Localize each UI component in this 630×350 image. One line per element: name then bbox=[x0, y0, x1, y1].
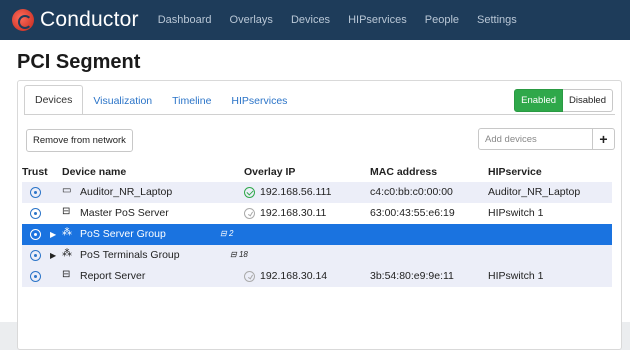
device-name: PoS Terminals Group bbox=[80, 249, 180, 261]
tab-visualization[interactable]: Visualization bbox=[83, 87, 162, 115]
nav-settings[interactable]: Settings bbox=[477, 14, 517, 26]
nav-hipservices[interactable]: HIPservices bbox=[348, 14, 407, 26]
member-count: ⊟ 18 bbox=[230, 250, 248, 259]
disabled-button[interactable]: Disabled bbox=[563, 89, 613, 112]
group-icon: ⁂ bbox=[62, 227, 72, 238]
header-device-name[interactable]: Device name bbox=[62, 166, 126, 178]
page-content: PCI Segment Devices Visualization Timeli… bbox=[0, 40, 630, 350]
trust-icon[interactable] bbox=[30, 187, 41, 198]
tab-devices[interactable]: Devices bbox=[24, 85, 84, 115]
server-icon: ⊟ bbox=[62, 206, 71, 217]
member-count-value: 2 bbox=[228, 229, 234, 238]
header-overlay-ip[interactable]: Overlay IP bbox=[244, 166, 295, 178]
device-name: Auditor_NR_Laptop bbox=[80, 186, 173, 198]
overlay-ip: 192.168.30.14 bbox=[260, 270, 328, 282]
trust-icon[interactable] bbox=[30, 229, 41, 240]
app-logo[interactable]: Conductor bbox=[12, 8, 139, 32]
page-title: PCI Segment bbox=[17, 51, 141, 73]
group-icon: ⁂ bbox=[62, 248, 72, 259]
overlay-ip: 192.168.30.11 bbox=[260, 207, 327, 219]
server-icon: ⊟ bbox=[62, 269, 71, 280]
clock-circle-icon bbox=[244, 208, 255, 219]
hipservice: Auditor_NR_Laptop bbox=[488, 186, 581, 198]
expand-caret-icon[interactable]: ▶ bbox=[50, 251, 56, 260]
header-trust[interactable]: Trust bbox=[22, 166, 48, 178]
table-row[interactable]: ▶ ⁂ PoS Terminals Group ⊟ 18 bbox=[22, 245, 612, 266]
enabled-button[interactable]: Enabled bbox=[514, 89, 564, 112]
add-devices-group: + bbox=[478, 128, 615, 150]
trust-icon[interactable] bbox=[30, 271, 41, 282]
app-name: Conductor bbox=[40, 8, 139, 31]
member-count-value: 18 bbox=[238, 250, 248, 259]
overlay-ip: 192.168.56.111 bbox=[260, 186, 332, 198]
trust-icon[interactable] bbox=[30, 250, 41, 261]
device-name: Master PoS Server bbox=[80, 207, 169, 219]
nav-devices[interactable]: Devices bbox=[291, 14, 330, 26]
nav-dashboard[interactable]: Dashboard bbox=[158, 14, 212, 26]
laptop-icon: ▭ bbox=[62, 185, 72, 196]
top-navbar: Conductor Dashboard Overlays Devices HIP… bbox=[0, 0, 630, 40]
nav-people[interactable]: People bbox=[425, 14, 459, 26]
mac-address: 3b:54:80:e9:9e:11 bbox=[370, 270, 454, 282]
clock-circle-icon bbox=[244, 271, 255, 282]
add-devices-input[interactable] bbox=[478, 128, 593, 150]
tab-timeline[interactable]: Timeline bbox=[162, 87, 221, 115]
add-device-button[interactable]: + bbox=[593, 128, 615, 150]
enabled-toggle: Enabled Disabled bbox=[514, 89, 613, 112]
nav-overlays[interactable]: Overlays bbox=[230, 14, 273, 26]
expand-caret-icon[interactable]: ▶ bbox=[50, 230, 56, 239]
trust-icon[interactable] bbox=[30, 208, 41, 219]
table-row[interactable]: ▶ ⁂ PoS Server Group ⊟ 2 bbox=[22, 224, 612, 245]
table-header: Trust Device name Overlay IP MAC address… bbox=[22, 162, 616, 184]
table-row[interactable]: ⊟ Master PoS Server 192.168.30.11 63:00:… bbox=[22, 203, 612, 224]
tab-hipservices[interactable]: HIPservices bbox=[221, 87, 297, 115]
tab-divider bbox=[24, 114, 615, 115]
hipservice: HIPswitch 1 bbox=[488, 207, 544, 219]
header-hipservice[interactable]: HIPservice bbox=[488, 166, 542, 178]
conductor-logo-icon bbox=[12, 9, 34, 31]
mac-address: c4:c0:bb:c0:00:00 bbox=[370, 186, 453, 198]
header-mac-address[interactable]: MAC address bbox=[370, 166, 437, 178]
device-name: PoS Server Group bbox=[80, 228, 166, 240]
remove-from-network-button[interactable]: Remove from network bbox=[26, 129, 133, 152]
table-row[interactable]: ▭ Auditor_NR_Laptop 192.168.56.111 c4:c0… bbox=[22, 182, 612, 203]
device-name: Report Server bbox=[80, 270, 146, 282]
mac-address: 63:00:43:55:e6:19 bbox=[370, 207, 455, 219]
table-row[interactable]: ⊟ Report Server 192.168.30.14 3b:54:80:e… bbox=[22, 266, 612, 287]
member-count: ⊟ 2 bbox=[220, 229, 234, 238]
tab-bar: Devices Visualization Timeline HIPservic… bbox=[24, 85, 297, 115]
check-circle-icon bbox=[244, 187, 255, 198]
hipservice: HIPswitch 1 bbox=[488, 270, 544, 282]
